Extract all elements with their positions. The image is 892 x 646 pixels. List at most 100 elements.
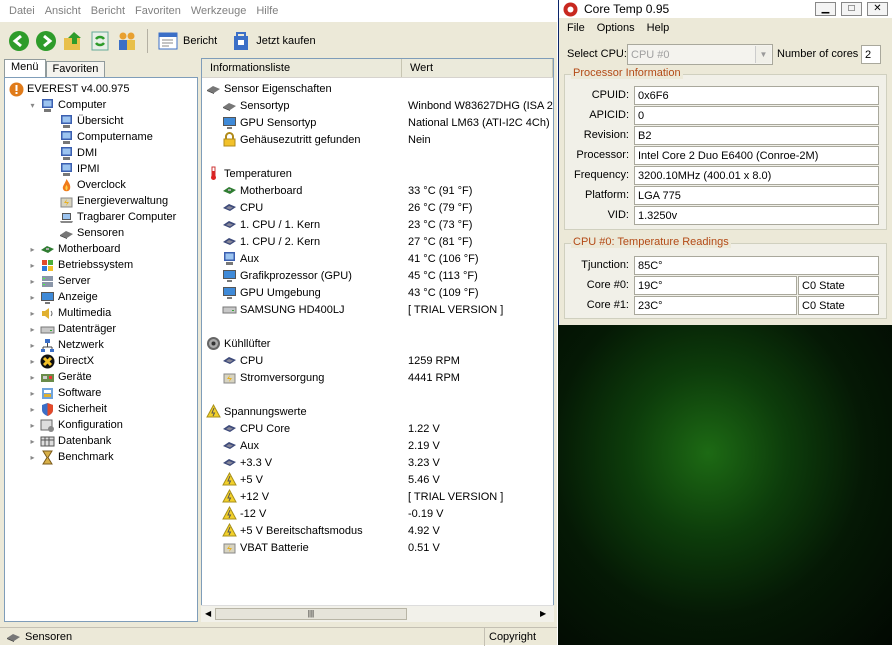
list-item[interactable]: Sensortyp Winbond W83627DHG (ISA 290h): [202, 97, 553, 114]
tab-menu[interactable]: Menü: [4, 59, 46, 77]
menu-hilfe[interactable]: Hilfe: [251, 5, 283, 17]
tree-item[interactable]: ▸ Anzeige: [28, 289, 98, 305]
menu-help[interactable]: Help: [647, 22, 670, 34]
list-item[interactable]: +5 V 5.46 V: [202, 471, 553, 488]
tree-item[interactable]: ▸ Software: [28, 385, 101, 401]
folder-up-icon[interactable]: [62, 30, 84, 52]
tree-item[interactable]: ▸ Netzwerk: [28, 337, 104, 353]
processor-field-label: VID:: [607, 209, 629, 221]
tree-item[interactable]: ▸ Konfiguration: [28, 417, 123, 433]
list-item[interactable]: 1. CPU / 2. Kern 27 °C (81 °F): [202, 233, 553, 250]
list-item[interactable]: 1. CPU / 1. Kern 23 °C (73 °F): [202, 216, 553, 233]
list-item[interactable]: SAMSUNG HD400LJ [ TRIAL VERSION ]: [202, 301, 553, 318]
menu-options[interactable]: Options: [597, 22, 635, 34]
close-button[interactable]: ✕: [867, 2, 888, 16]
tree-item[interactable]: Sensoren: [47, 225, 124, 241]
tree-item-label: Server: [58, 275, 91, 287]
menu-werkzeuge[interactable]: Werkzeuge: [186, 5, 251, 17]
cores-label: Number of cores: [777, 48, 859, 60]
tree-item[interactable]: ▸ Motherboard: [28, 241, 120, 257]
tree-item-label: Software: [58, 387, 102, 399]
expand-icon[interactable]: ▸: [28, 373, 37, 382]
tree-item[interactable]: ▸ Sicherheit: [28, 401, 107, 417]
menu-file[interactable]: File: [567, 22, 585, 34]
expand-icon[interactable]: ▸: [28, 389, 37, 398]
maximize-button[interactable]: □: [841, 2, 862, 16]
expand-icon[interactable]: ▸: [28, 453, 37, 462]
expand-icon[interactable]: ▸: [28, 277, 37, 286]
tree-item[interactable]: ▸ Server: [28, 273, 90, 289]
menu-favoriten[interactable]: Favoriten: [130, 5, 186, 17]
section-header[interactable]: Spannungswerte: [202, 403, 553, 420]
menu-datei[interactable]: Datei: [4, 5, 40, 17]
expand-icon[interactable]: ▸: [28, 437, 37, 446]
tree-item[interactable]: ▸ Multimedia: [28, 305, 111, 321]
tree-item[interactable]: ▸ Datenbank: [28, 433, 111, 449]
list-item[interactable]: GPU Umgebung 43 °C (109 °F): [202, 284, 553, 301]
section-header[interactable]: Sensor Eigenschaften: [202, 80, 553, 97]
scrollbar-thumb[interactable]: |||: [215, 608, 407, 620]
expand-icon[interactable]: ▸: [28, 325, 37, 334]
select-cpu-dropdown[interactable]: CPU #0 ▼: [627, 44, 773, 65]
list-item[interactable]: Motherboard 33 °C (91 °F): [202, 182, 553, 199]
scroll-left-icon[interactable]: ◀: [205, 609, 211, 618]
expand-icon[interactable]: ▸: [28, 357, 37, 366]
expand-icon[interactable]: ▸: [28, 341, 37, 350]
list-item[interactable]: +12 V [ TRIAL VERSION ]: [202, 488, 553, 505]
horizontal-scrollbar[interactable]: ◀ ||| ▶: [201, 605, 554, 622]
scroll-right-icon[interactable]: ▶: [540, 609, 546, 618]
tree-item[interactable]: Computername: [47, 129, 153, 145]
expand-icon[interactable]: ▸: [28, 309, 37, 318]
list-item[interactable]: Aux 41 °C (106 °F): [202, 250, 553, 267]
tree-item[interactable]: Energieverwaltung: [47, 193, 168, 209]
tree-item-label: Sicherheit: [58, 403, 107, 415]
expand-icon[interactable]: ▸: [28, 293, 37, 302]
list-item[interactable]: Grafikprozessor (GPU) 45 °C (113 °F): [202, 267, 553, 284]
tree-item[interactable]: ▸ Datenträger: [28, 321, 116, 337]
menu-ansicht[interactable]: Ansicht: [40, 5, 86, 17]
list-item[interactable]: CPU 26 °C (79 °F): [202, 199, 553, 216]
list-item[interactable]: Aux 2.19 V: [202, 437, 553, 454]
report-button[interactable]: Bericht: [157, 30, 217, 52]
tree-item[interactable]: EVEREST v4.00.975: [9, 81, 130, 97]
list-item[interactable]: Stromversorgung 4441 RPM: [202, 369, 553, 386]
list-item[interactable]: -12 V -0.19 V: [202, 505, 553, 522]
section-header[interactable]: Kühllüfter: [202, 335, 553, 352]
tree-item[interactable]: ▸ DirectX: [28, 353, 94, 369]
tree-item[interactable]: ▾ Computer: [28, 97, 106, 113]
forward-icon[interactable]: [35, 30, 57, 52]
tree-item[interactable]: ▸ Geräte: [28, 369, 91, 385]
tab-favoriten[interactable]: Favoriten: [45, 61, 106, 77]
list-item[interactable]: VBAT Batterie 0.51 V: [202, 539, 553, 556]
section-header[interactable]: Temperaturen: [202, 165, 553, 182]
users-icon[interactable]: [116, 30, 138, 52]
tree-item[interactable]: ▸ Benchmark: [28, 449, 114, 465]
tree-item[interactable]: DMI: [47, 145, 97, 161]
list-item[interactable]: GPU Sensortyp National LM63 (ATI-I2C 4Ch): [202, 114, 553, 131]
expand-icon[interactable]: ▸: [28, 261, 37, 270]
collapse-icon[interactable]: ▾: [28, 101, 37, 110]
tree-item-label: Overclock: [77, 179, 126, 191]
navigation-tree[interactable]: EVEREST v4.00.975 ▾ Computer Übersicht Compu…: [4, 77, 198, 622]
chevron-down-icon[interactable]: ▼: [755, 46, 771, 63]
expand-icon[interactable]: ▸: [28, 421, 37, 430]
list-item[interactable]: +5 V Bereitschaftsmodus 4.92 V: [202, 522, 553, 539]
expand-icon[interactable]: ▸: [28, 245, 37, 254]
list-item-value: 4441 RPM: [408, 371, 460, 384]
tree-item[interactable]: Overclock: [47, 177, 126, 193]
tree-item[interactable]: IPMI: [47, 161, 100, 177]
expand-icon[interactable]: ▸: [28, 405, 37, 414]
tree-item[interactable]: Übersicht: [47, 113, 123, 129]
tree-item[interactable]: ▸ Betriebssystem: [28, 257, 133, 273]
list-item-name: Grafikprozessor (GPU): [240, 269, 352, 282]
list-item[interactable]: +3.3 V 3.23 V: [202, 454, 553, 471]
minimize-button[interactable]: ▁: [815, 2, 836, 16]
list-item[interactable]: Gehäusezutritt gefunden Nein: [202, 131, 553, 148]
refresh-icon[interactable]: [89, 30, 111, 52]
back-icon[interactable]: [8, 30, 30, 52]
list-item[interactable]: CPU 1259 RPM: [202, 352, 553, 369]
menu-bericht[interactable]: Bericht: [86, 5, 130, 17]
tree-item[interactable]: Tragbarer Computer: [47, 209, 176, 225]
buy-button[interactable]: Jetzt kaufen: [230, 30, 316, 52]
list-item[interactable]: CPU Core 1.22 V: [202, 420, 553, 437]
